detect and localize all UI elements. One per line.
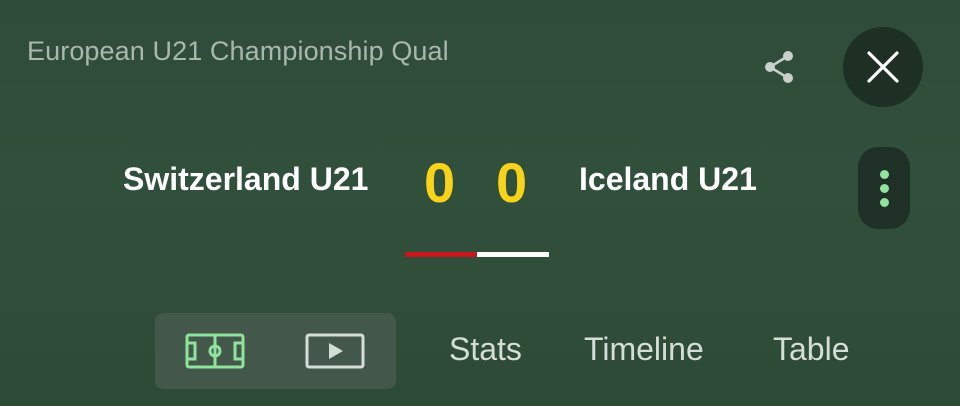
tab-table[interactable]: Table [773,331,850,368]
possession-away [477,252,549,257]
more-vertical-icon [879,169,889,207]
close-button[interactable] [843,27,923,107]
competition-title: European U21 Championship Qual [27,36,449,66]
tab-timeline[interactable]: Timeline [584,331,704,368]
possession-home [405,252,477,257]
icon-tab-group [155,313,396,389]
more-options-button[interactable] [858,147,910,229]
video-play-icon [305,333,365,369]
share-button[interactable] [756,44,802,90]
tab-stats[interactable]: Stats [449,331,522,368]
pitch-icon [185,333,245,369]
tab-video[interactable] [275,313,395,389]
away-score: 0 [496,151,528,214]
share-icon [765,51,793,83]
close-icon [867,51,899,83]
home-score: 0 [424,151,456,214]
home-team-name[interactable]: Switzerland U21 [123,161,368,198]
away-team-name[interactable]: Iceland U21 [579,161,757,198]
possession-bar [405,252,549,257]
tab-lineup[interactable] [155,313,275,389]
